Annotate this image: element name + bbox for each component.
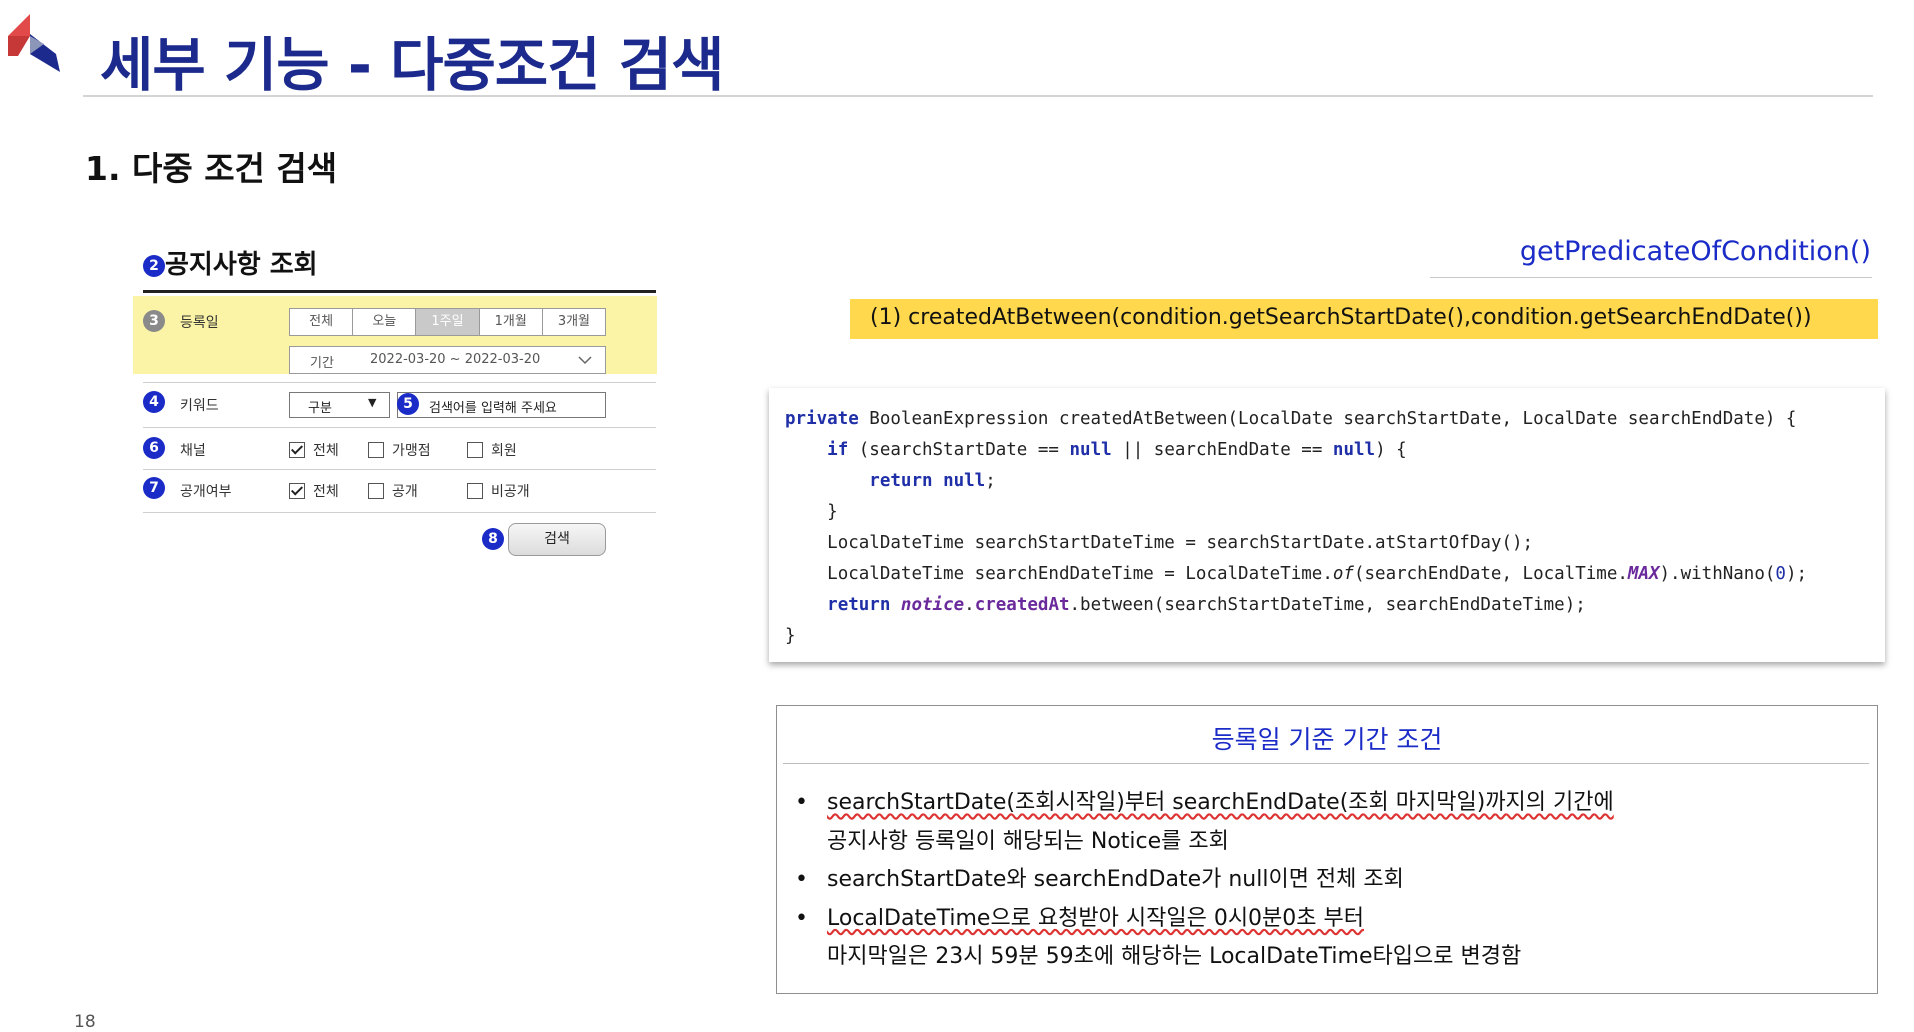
step-number-badge: 8 (482, 528, 504, 550)
page-number: 18 (74, 1012, 96, 1032)
public-private-checkbox[interactable]: 비공개 (467, 481, 530, 501)
segment-today[interactable]: 오늘 (353, 309, 417, 335)
step-number-badge: 4 (143, 391, 165, 413)
checkbox-label: 가맹점 (392, 443, 431, 459)
search-input-placeholder: 검색어를 입력해 주세요 (429, 401, 557, 416)
bullet-icon: • (795, 905, 808, 931)
checkbox-checked-icon (289, 442, 305, 458)
checkbox-icon (467, 442, 483, 458)
step-number-badge: 2 (143, 255, 165, 277)
condition-text: searchStartDate(조회시작일)부터 searchEndDate(조… (827, 790, 1614, 815)
channel-franchise-checkbox[interactable]: 가맹점 (368, 440, 431, 460)
checkbox-icon (467, 483, 483, 499)
row-divider (143, 469, 656, 470)
form-top-rule (143, 290, 656, 293)
category-select-value: 구분 (308, 401, 332, 416)
public-open-checkbox[interactable]: 공개 (368, 481, 418, 501)
segment-1month[interactable]: 1개월 (480, 309, 543, 335)
step-number-badge: 3 (143, 310, 165, 332)
section-heading: 1. 다중 조건 검색 (85, 149, 338, 188)
condition-divider (783, 763, 1869, 764)
form-title: 2 공지사항 조회 (143, 244, 318, 281)
public-label: 공개여부 (180, 484, 232, 500)
date-label: 등록일 (180, 315, 219, 331)
chevron-down-icon (578, 356, 592, 365)
method-name: getPredicateOfCondition() (1519, 236, 1871, 267)
list-item: • searchStartDate(조회시작일)부터 searchEndDate… (795, 784, 1614, 861)
title-divider (83, 95, 1873, 97)
step-number-badge: 7 (143, 477, 165, 499)
condition-title: 등록일 기준 기간 조건 (1211, 725, 1443, 754)
bullet-icon: • (795, 867, 808, 892)
keyword-search-input[interactable]: 검색어를 입력해 주세요 (397, 392, 606, 418)
condition-text: searchStartDate와 searchEndDate가 null이면 전… (827, 867, 1404, 892)
step-number-badge: 6 (143, 437, 165, 459)
list-item: • searchStartDate와 searchEndDate가 null이면… (795, 861, 1614, 900)
checkbox-label: 전체 (313, 443, 339, 459)
date-range-segmented: 전체 오늘 1주일 1개월 3개월 (289, 308, 606, 336)
slide-title: 세부 기능 - 다중조건 검색 (100, 31, 724, 99)
checkbox-icon (368, 483, 384, 499)
condition-text: 마지막일은 23시 59분 59초에 해당하는 LocalDateTime타입으… (827, 944, 1522, 969)
checkbox-label: 공개 (392, 484, 418, 500)
form-title-text: 공지사항 조회 (165, 250, 318, 280)
checkbox-icon (368, 442, 384, 458)
public-all-checkbox[interactable]: 전체 (289, 481, 339, 501)
checkbox-label: 전체 (313, 484, 339, 500)
checkbox-label: 회원 (491, 443, 517, 459)
code-snippet: private BooleanExpression createdAtBetwe… (769, 388, 1885, 662)
code-block: private BooleanExpression createdAtBetwe… (785, 409, 1808, 646)
step-number-badge: 5 (397, 393, 419, 415)
search-button[interactable]: 검색 (508, 523, 606, 556)
list-item: • LocalDateTime으로 요청받아 시작일은 0시0분0초 부터 마지… (795, 900, 1614, 977)
highlight-code-line: (1) createdAtBetween(condition.getSearch… (870, 305, 1812, 330)
checkbox-checked-icon (289, 483, 305, 499)
caret-down-icon: ▼ (368, 396, 377, 409)
channel-member-checkbox[interactable]: 회원 (467, 440, 517, 460)
row-divider (143, 382, 656, 383)
bullet-icon: • (795, 790, 808, 815)
condition-list: • searchStartDate(조회시작일)부터 searchEndDate… (795, 784, 1614, 977)
condition-box: 등록일 기준 기간 조건 • searchStartDate(조회시작일)부터 … (776, 705, 1878, 994)
row-divider (143, 512, 656, 513)
channel-label: 채널 (180, 443, 206, 459)
segment-1week[interactable]: 1주일 (416, 309, 480, 335)
period-value: 2022-03-20 ~ 2022-03-20 (370, 352, 541, 367)
condition-text: 공지사항 등록일이 해당되는 Notice를 조회 (827, 828, 1229, 854)
row-divider (143, 427, 656, 428)
keyword-label: 키워드 (180, 398, 219, 414)
segment-all[interactable]: 전체 (290, 309, 354, 335)
channel-all-checkbox[interactable]: 전체 (289, 440, 339, 460)
period-label: 기간 (310, 356, 334, 371)
condition-text: LocalDateTime으로 요청받아 시작일은 0시0분0초 부터 (827, 905, 1365, 931)
period-select[interactable]: 기간 2022-03-20 ~ 2022-03-20 (289, 346, 606, 374)
keyword-category-select[interactable]: 구분 ▼ (289, 392, 390, 418)
method-underline (1430, 277, 1872, 278)
company-logo-icon (8, 14, 60, 72)
checkbox-label: 비공개 (491, 484, 530, 500)
segment-3month[interactable]: 3개월 (543, 309, 605, 335)
